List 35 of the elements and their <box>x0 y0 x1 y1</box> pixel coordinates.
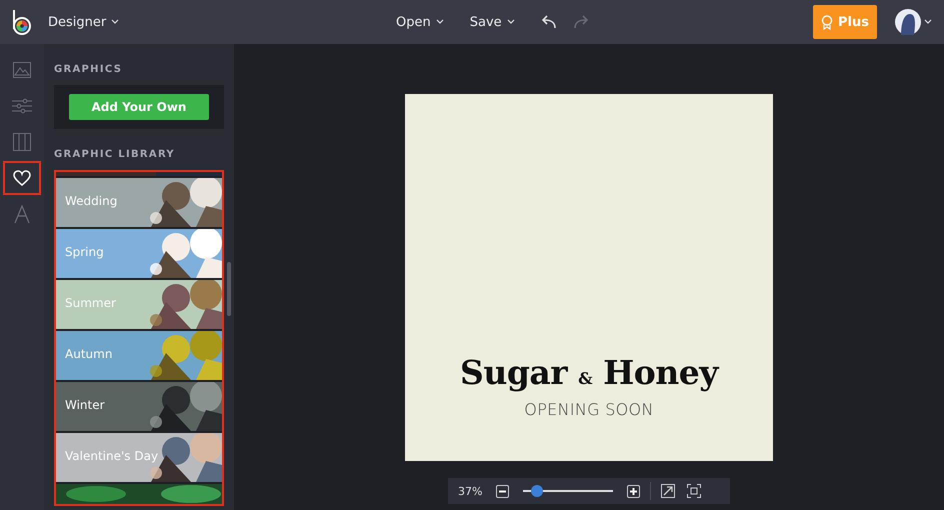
text-icon <box>14 205 30 223</box>
columns-icon <box>13 133 31 151</box>
library-item[interactable]: Autumn <box>56 331 222 380</box>
save-menu[interactable]: Save <box>470 14 515 30</box>
section-title: GRAPHIC LIBRARY <box>54 149 176 160</box>
open-menu[interactable]: Open <box>396 14 444 30</box>
image-icon <box>13 62 31 78</box>
zoom-in-icon[interactable] <box>627 484 640 498</box>
add-your-own-button[interactable]: Add Your Own <box>69 94 209 120</box>
library-item[interactable]: Summer <box>56 280 222 329</box>
undo-icon[interactable] <box>540 15 557 29</box>
caret-icon <box>111 19 120 25</box>
library-item[interactable]: Spring <box>56 229 222 278</box>
expand-icon[interactable] <box>661 484 675 498</box>
logo-icon[interactable] <box>10 9 32 35</box>
library-item[interactable]: Wedding <box>56 178 222 227</box>
scrollbar[interactable] <box>227 262 231 316</box>
zoom-value: 37% <box>458 484 484 498</box>
fit-screen-icon[interactable] <box>687 484 701 498</box>
heart-tool[interactable] <box>3 161 41 195</box>
caret-icon <box>436 19 444 25</box>
section-title: GRAPHICS <box>54 64 124 75</box>
artboard-subtitle: OPENING SOON <box>524 400 654 419</box>
caret-icon <box>506 19 515 25</box>
plus-button[interactable]: Plus <box>813 5 877 39</box>
badge-icon <box>821 14 833 30</box>
sliders-icon <box>12 98 32 114</box>
caret-icon[interactable] <box>924 19 932 25</box>
designer-menu[interactable]: Designer <box>48 14 120 30</box>
library-item[interactable]: Winter <box>56 382 222 431</box>
heart-icon <box>13 170 31 186</box>
avatar-icon[interactable] <box>895 9 921 35</box>
library-item[interactable]: Valentine's Day <box>56 433 222 482</box>
zoom-out-icon[interactable] <box>496 484 509 498</box>
slider-thumb[interactable] <box>530 485 543 497</box>
